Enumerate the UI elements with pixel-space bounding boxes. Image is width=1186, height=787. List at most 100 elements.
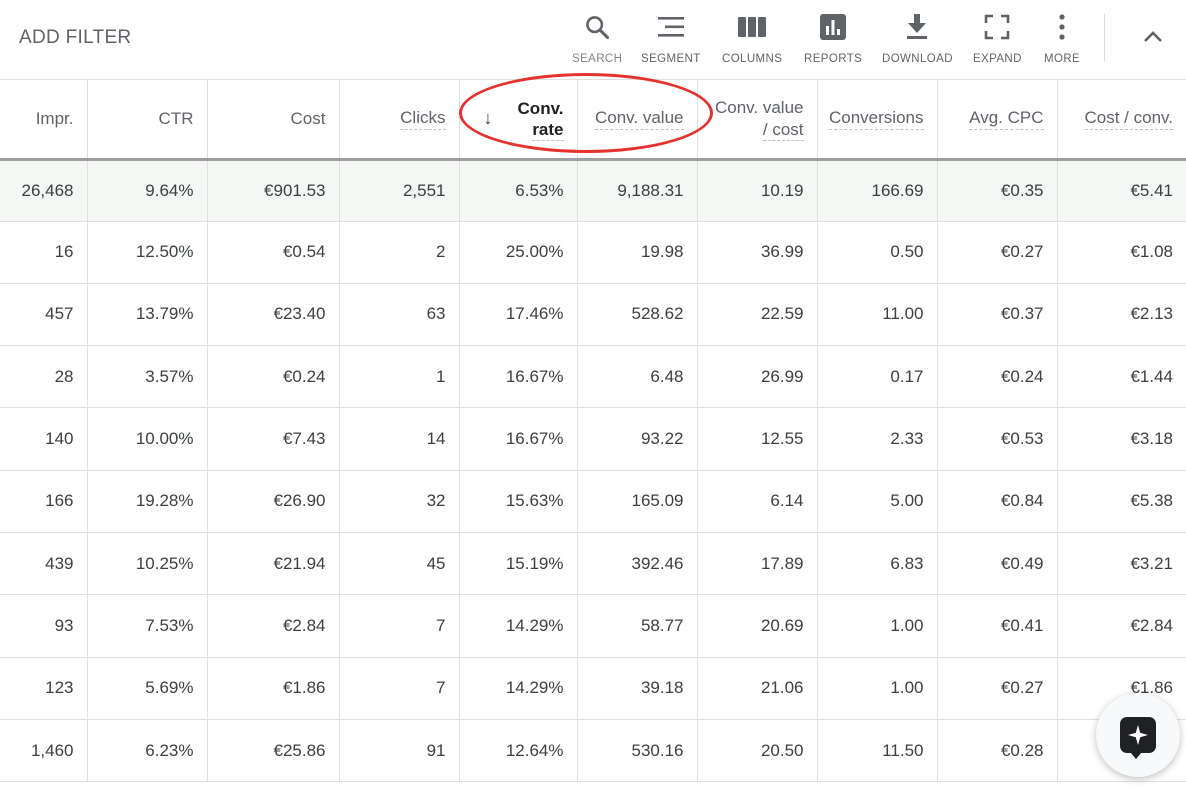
table-cell: 91 (339, 719, 460, 783)
table-cell: 0.50 (817, 221, 938, 284)
table-cell: 6.83 (817, 532, 938, 596)
column-header-conv-rate-line2: rate (532, 119, 564, 141)
expand-tool-label: EXPAND (973, 53, 1022, 65)
table-cell: 63 (339, 283, 460, 347)
table-cell: €0.24 (207, 345, 340, 409)
reports-tool-button[interactable]: REPORTS (804, 12, 862, 68)
column-header-conversions[interactable]: Conversions (817, 80, 938, 161)
column-header-impr[interactable]: Impr. (0, 80, 88, 161)
table-cell: 16.67% (459, 345, 578, 409)
total-cell: 166.69 (817, 159, 938, 222)
table-row: 16 12.50% €0.54 2 25.00% 19.98 36.99 0.50 €0.27 €… (0, 221, 1186, 284)
table-cell: €25.86 (207, 719, 340, 783)
table-cell: 6.23% (87, 719, 208, 783)
table-cell: 19.98 (577, 221, 698, 284)
column-header-avg-cpc[interactable]: Avg. CPC (937, 80, 1058, 161)
table-cell: 1.00 (817, 594, 938, 658)
table-cell: 123 (0, 657, 88, 720)
search-tool-button[interactable]: SEARCH (572, 12, 622, 68)
table-cell: 2.33 (817, 407, 938, 471)
download-icon (902, 12, 932, 42)
table-cell: 19.28% (87, 470, 208, 533)
add-filter-button[interactable]: ADD FILTER (19, 27, 131, 49)
column-header-conv-value-cost[interactable]: Conv. value / cost (697, 80, 818, 161)
download-tool-button[interactable]: DOWNLOAD (882, 12, 953, 68)
table-cell: €0.53 (937, 407, 1058, 471)
table-row: 93 7.53% €2.84 7 14.29% 58.77 20.69 1.00 €0.41 €2… (0, 594, 1186, 658)
table-cell: 15.63% (459, 470, 578, 533)
table-row: 166 19.28% €26.90 32 15.63% 165.09 6.14 5.00 €0.… (0, 470, 1186, 533)
table-row: 457 13.79% €23.40 63 17.46% 528.62 22.59 11.00 €… (0, 283, 1186, 347)
column-header-cost-per-conv[interactable]: Cost / conv. (1057, 80, 1186, 161)
table-cell: 6.14 (697, 470, 818, 533)
table-cell: 16 (0, 221, 88, 284)
collapse-button[interactable] (1138, 26, 1168, 52)
table-cell: €3.18 (1057, 407, 1186, 471)
table-cell: 28 (0, 345, 88, 409)
table-cell: €0.41 (937, 594, 1058, 658)
table-cell: 22.59 (697, 283, 818, 347)
table-row: 1,460 6.23% €25.86 91 12.64% 530.16 20.50 11.50… (0, 719, 1186, 783)
segment-tool-button[interactable]: SEGMENT (641, 12, 701, 68)
sparkle-chat-icon (1120, 717, 1156, 759)
table-cell: 0.17 (817, 345, 938, 409)
table-cell: €0.27 (937, 657, 1058, 720)
table-cell: 7 (339, 594, 460, 658)
column-header-conv-value[interactable]: Conv. value (577, 80, 698, 161)
table-cell: 530.16 (577, 719, 698, 783)
total-cell: 2,551 (339, 159, 460, 222)
toolbar-divider (1104, 14, 1105, 62)
table-cell: 439 (0, 532, 88, 596)
table-cell: 21.06 (697, 657, 818, 720)
more-tool-label: MORE (1044, 53, 1081, 65)
total-cell: €5.41 (1057, 159, 1186, 222)
table-cell: 39.18 (577, 657, 698, 720)
reports-tool-label: REPORTS (804, 53, 863, 65)
table-cell: €1.08 (1057, 221, 1186, 284)
table-cell: 140 (0, 407, 88, 471)
table-cell: 1.00 (817, 657, 938, 720)
total-cell: 26,468 (0, 159, 88, 222)
search-icon (582, 12, 612, 42)
table-row: 28 3.57% €0.24 1 16.67% 6.48 26.99 0.17 €0.24 €1.… (0, 345, 1186, 409)
performance-table: Impr. CTR Cost Clicks ↓ Conv. rate Conv. … (0, 80, 1186, 783)
expand-tool-button[interactable]: EXPAND (973, 12, 1022, 68)
table-cell: 10.00% (87, 407, 208, 471)
segment-icon (656, 12, 686, 42)
table-cell: €7.43 (207, 407, 340, 471)
more-tool-button[interactable]: MORE (1044, 12, 1080, 68)
table-cell: 26.99 (697, 345, 818, 409)
total-cell: €0.35 (937, 159, 1058, 222)
table-cell: 14.29% (459, 594, 578, 658)
chevron-up-icon (1142, 30, 1164, 49)
column-header-ctr[interactable]: CTR (87, 80, 208, 161)
table-cell: 93.22 (577, 407, 698, 471)
table-cell: 5.00 (817, 470, 938, 533)
more-vert-icon (1047, 12, 1077, 42)
table-cell: 166 (0, 470, 88, 533)
table-cell: €0.24 (937, 345, 1058, 409)
columns-tool-button[interactable]: COLUMNS (722, 12, 782, 68)
table-cell: 11.00 (817, 283, 938, 347)
sort-descending-icon: ↓ (483, 108, 493, 129)
column-header-conv-value-cost-line1: Conv. value (714, 97, 804, 117)
table-cell: 528.62 (577, 283, 698, 347)
table-cell: 1,460 (0, 719, 88, 783)
table-total-row: 26,468 9.64% €901.53 2,551 6.53% 9,188.3… (0, 159, 1186, 222)
total-cell: 9,188.31 (577, 159, 698, 222)
table-cell: 6.48 (577, 345, 698, 409)
table-row: 140 10.00% €7.43 14 16.67% 93.22 12.55 2.33 €0.5… (0, 407, 1186, 471)
column-header-cost[interactable]: Cost (207, 80, 340, 161)
column-header-clicks[interactable]: Clicks (339, 80, 460, 161)
columns-icon (737, 12, 767, 42)
table-cell: €0.84 (937, 470, 1058, 533)
table-cell: 16.67% (459, 407, 578, 471)
table-cell: 13.79% (87, 283, 208, 347)
table-cell: 165.09 (577, 470, 698, 533)
column-header-conv-rate[interactable]: ↓ Conv. rate (459, 80, 578, 161)
table-cell: 25.00% (459, 221, 578, 284)
assistant-fab-button[interactable] (1096, 693, 1180, 777)
table-cell: €1.86 (207, 657, 340, 720)
columns-tool-label: COLUMNS (722, 53, 783, 65)
search-tool-label: SEARCH (572, 53, 623, 65)
